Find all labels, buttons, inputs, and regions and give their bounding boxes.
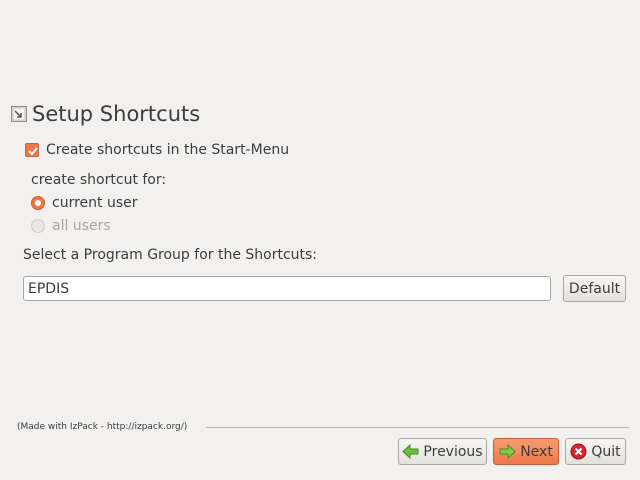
radio-all-users-row: all users [31, 218, 111, 234]
previous-button[interactable]: Previous [398, 438, 487, 465]
shortcut-for-label: create shortcut for: [31, 172, 167, 188]
next-button-label: Next [520, 443, 553, 460]
default-button-label: Default [568, 280, 621, 297]
footer-credit: (Made with IzPack - http://izpack.org/) [17, 422, 188, 432]
green-right-arrow-icon [499, 443, 516, 460]
previous-button-label: Previous [423, 443, 483, 460]
shortcut-for-label-row: create shortcut for: [31, 172, 166, 188]
panel-title: Setup Shortcuts [11, 100, 200, 128]
create-shortcuts-label: Create shortcuts in the Start-Menu [46, 142, 290, 158]
program-group-input[interactable] [23, 276, 551, 301]
create-shortcuts-checkbox[interactable] [25, 143, 39, 157]
red-x-icon [570, 443, 587, 460]
quit-button-label: Quit [591, 443, 621, 460]
current-user-radio[interactable] [31, 196, 45, 210]
shortcut-arrow-icon [11, 106, 27, 122]
next-button[interactable]: Next [493, 438, 559, 465]
program-group-label-row: Select a Program Group for the Shortcuts… [23, 247, 317, 263]
footer-divider [206, 427, 629, 428]
page-title: Setup Shortcuts [32, 102, 201, 126]
default-button[interactable]: Default [563, 275, 626, 302]
quit-button[interactable]: Quit [565, 438, 626, 465]
radio-current-user-row[interactable]: current user [31, 195, 138, 211]
current-user-label: current user [52, 195, 138, 211]
all-users-radio [31, 219, 45, 233]
create-shortcuts-checkbox-row[interactable]: Create shortcuts in the Start-Menu [25, 142, 289, 158]
all-users-label: all users [52, 218, 111, 234]
green-left-arrow-icon [402, 443, 419, 460]
program-group-label: Select a Program Group for the Shortcuts… [23, 247, 318, 263]
